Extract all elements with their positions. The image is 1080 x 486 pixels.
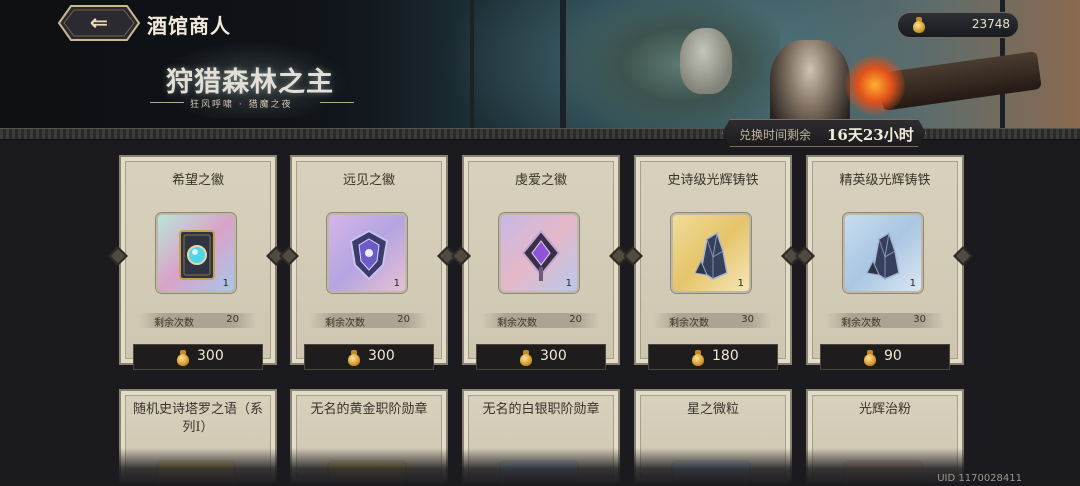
remaining-label: 剩余次数 (497, 318, 537, 329)
item-name: 远见之徽 (342, 173, 395, 188)
item-quantity: 1 (222, 278, 229, 289)
remaining-value: 30 (913, 314, 926, 325)
buy-button[interactable]: 180 (648, 344, 778, 370)
bottom-fade (0, 448, 1080, 486)
remaining-count: 剩余次数 30 (826, 313, 944, 329)
buy-button[interactable]: 300 (133, 344, 263, 370)
buy-button[interactable]: 90 (820, 344, 950, 370)
item-quantity: 1 (565, 278, 572, 289)
beast-skull-art (680, 28, 732, 94)
item-name: 随机史诗塔罗之语（系列Ⅰ） (132, 402, 263, 435)
remaining-value: 20 (569, 314, 582, 325)
tome-orb-icon (176, 227, 220, 283)
currency-amount: 23748 (971, 17, 1010, 31)
item-quantity: 1 (393, 278, 400, 289)
buy-button[interactable]: 300 (304, 344, 434, 370)
price-value: 300 (197, 348, 224, 364)
event-subtitle-rule (150, 102, 184, 103)
item-thumbnail[interactable]: 1 (156, 213, 236, 293)
forest-beast-art (560, 0, 780, 128)
page-title: 酒馆商人 (147, 14, 231, 38)
coin-pouch-icon (345, 349, 363, 367)
item-thumbnail[interactable]: 1 (499, 213, 579, 293)
event-title: 狩猎森林之主 (166, 67, 334, 98)
item-name: 无名的黄金职阶勋章 (310, 402, 428, 417)
coin-pouch-icon (517, 349, 535, 367)
buy-button[interactable]: 300 (476, 344, 606, 370)
crystal-ore-icon (863, 227, 907, 283)
back-button[interactable]: ⇐ (57, 4, 141, 42)
back-arrow-icon: ⇐ (89, 10, 109, 36)
remaining-label: 剩余次数 (154, 318, 194, 329)
item-quantity: 1 (737, 278, 744, 289)
price-value: 300 (540, 348, 567, 364)
shop-grid: 希望之徽 1 剩余次数 20 300 远见之徽 1 剩余次数 20 300 虔爱之徽 1 剩余次数 20 3… (0, 140, 1080, 486)
item-name: 史诗级光辉铸铁 (667, 173, 759, 188)
price-value: 180 (712, 348, 739, 364)
item-quantity: 1 (909, 278, 916, 289)
remaining-count: 剩余次数 20 (139, 313, 257, 329)
crest-shield-icon (347, 227, 391, 283)
remaining-count: 剩余次数 20 (310, 313, 428, 329)
remaining-label: 剩余次数 (669, 318, 709, 329)
currency-display[interactable]: 23748 (897, 12, 1019, 38)
banner-tree (470, 0, 474, 128)
item-name: 虔爱之徽 (514, 173, 567, 188)
item-name: 无名的白银职阶勋章 (482, 402, 600, 417)
price-value: 90 (884, 348, 902, 364)
item-thumbnail[interactable]: 1 (327, 213, 407, 293)
item-thumbnail[interactable]: 1 (671, 213, 751, 293)
remaining-value: 20 (226, 314, 239, 325)
coin-pouch-icon (861, 349, 879, 367)
item-name: 星之微粒 (686, 402, 739, 417)
user-id: UID 1170028411 (937, 473, 1022, 484)
hunter-hero-art (770, 40, 850, 128)
coin-pouch-icon (174, 349, 192, 367)
remaining-value: 20 (397, 314, 410, 325)
coin-pouch-icon (689, 349, 707, 367)
fire-glow-art (845, 55, 905, 115)
remaining-label: 剩余次数 (325, 318, 365, 329)
event-subtitle: 狂风呼啸 · 猎魔之夜 (190, 100, 293, 110)
amulet-pendant-icon (519, 227, 563, 283)
price-value: 300 (368, 348, 395, 364)
event-subtitle-rule (320, 102, 354, 103)
item-name: 光辉治粉 (858, 402, 911, 417)
remaining-label: 剩余次数 (841, 318, 881, 329)
item-thumbnail[interactable]: 1 (843, 213, 923, 293)
remaining-value: 30 (741, 314, 754, 325)
remaining-count: 剩余次数 20 (482, 313, 600, 329)
remaining-count: 剩余次数 30 (654, 313, 772, 329)
item-name: 精英级光辉铸铁 (839, 173, 931, 188)
coin-pouch-icon (910, 16, 928, 34)
crystal-ore-icon (691, 227, 735, 283)
event-logo: 狩猎森林之主 狂风呼啸 · 猎魔之夜 (148, 40, 358, 118)
item-name: 希望之徽 (171, 173, 224, 188)
